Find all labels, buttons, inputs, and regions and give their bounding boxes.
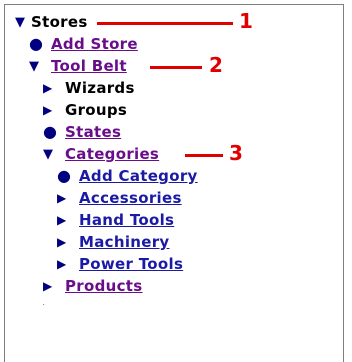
tree-node-machinery[interactable]: ▶ Machinery xyxy=(57,231,170,253)
tree-node-add-category[interactable]: ● Add Category xyxy=(57,165,198,187)
tree-link-add-store[interactable]: Add Store xyxy=(51,35,138,53)
triangle-right-icon[interactable]: ▶ xyxy=(57,187,71,209)
tree-link-products[interactable]: Products xyxy=(65,277,143,295)
tree-node-wizards[interactable]: ▶ Wizards xyxy=(43,77,135,99)
tree-node-partial: ▶ xyxy=(43,297,57,305)
tree-link-tool-belt[interactable]: Tool Belt xyxy=(51,57,127,75)
tree-node-groups[interactable]: ▶ Groups xyxy=(43,99,127,121)
tree-node-tool-belt[interactable]: ▼ Tool Belt xyxy=(29,55,127,77)
tree-label-stores[interactable]: Stores xyxy=(31,13,88,31)
callout-line-1 xyxy=(97,22,233,25)
tree-link-power-tools[interactable]: Power Tools xyxy=(79,255,183,273)
triangle-right-icon[interactable]: ▶ xyxy=(43,77,57,99)
tree-node-stores[interactable]: ▼ Stores xyxy=(15,11,88,33)
tree-link-accessories[interactable]: Accessories xyxy=(79,189,182,207)
callout-number-2: 2 xyxy=(209,53,223,77)
tree-panel: ▼ Stores ● Add Store ▼ Tool Belt ▶ Wizards ▶… xyxy=(4,4,344,362)
triangle-right-icon[interactable]: ▶ xyxy=(57,231,71,253)
callout-line-3 xyxy=(185,154,223,157)
tree-link-add-category[interactable]: Add Category xyxy=(79,167,198,185)
tree-node-categories[interactable]: ▼ Categories xyxy=(43,143,159,165)
callout-number-3: 3 xyxy=(229,141,243,165)
triangle-down-icon[interactable]: ▼ xyxy=(15,12,29,34)
triangle-down-icon[interactable]: ▼ xyxy=(29,56,43,78)
triangle-down-icon[interactable]: ▼ xyxy=(43,144,57,166)
triangle-right-icon[interactable]: ▶ xyxy=(43,99,57,121)
callout-line-2 xyxy=(150,66,202,69)
bullet-icon: ● xyxy=(43,122,58,141)
triangle-right-icon: ▶ xyxy=(43,297,57,305)
tree-node-products[interactable]: ▶ Products xyxy=(43,275,143,297)
triangle-right-icon[interactable]: ▶ xyxy=(57,253,71,275)
tree-node-accessories[interactable]: ▶ Accessories xyxy=(57,187,182,209)
bullet-icon: ● xyxy=(57,166,72,185)
tree-label-groups[interactable]: Groups xyxy=(65,101,127,119)
tree-link-categories[interactable]: Categories xyxy=(65,145,159,163)
tree-node-power-tools[interactable]: ▶ Power Tools xyxy=(57,253,183,275)
bullet-icon: ● xyxy=(29,34,44,53)
triangle-right-icon[interactable]: ▶ xyxy=(43,275,57,297)
tree-link-states[interactable]: States xyxy=(65,123,121,141)
tree-link-hand-tools[interactable]: Hand Tools xyxy=(79,211,174,229)
triangle-right-icon[interactable]: ▶ xyxy=(57,209,71,231)
tree-node-states[interactable]: ● States xyxy=(43,121,121,143)
callout-number-1: 1 xyxy=(239,9,253,33)
tree-node-add-store[interactable]: ● Add Store xyxy=(29,33,138,55)
tree-label-wizards[interactable]: Wizards xyxy=(65,79,135,97)
tree-node-hand-tools[interactable]: ▶ Hand Tools xyxy=(57,209,174,231)
tree-link-machinery[interactable]: Machinery xyxy=(79,233,170,251)
